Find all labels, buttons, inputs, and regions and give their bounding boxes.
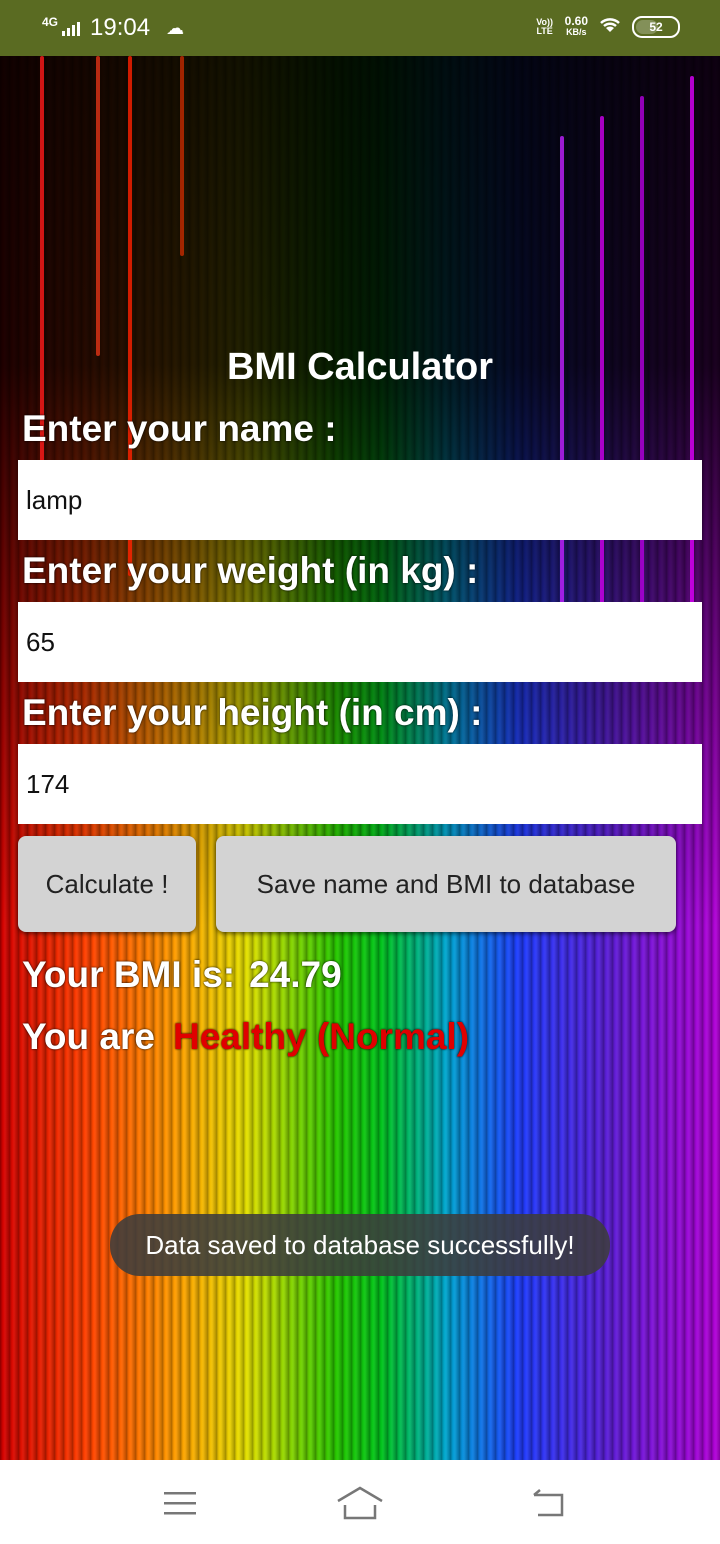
weight-input[interactable]: 65 <box>18 602 702 682</box>
battery-level: 52 <box>649 19 663 34</box>
toast-message: Data saved to database successfully! <box>110 1214 610 1276</box>
category-label: You are <box>22 1016 155 1057</box>
network-speed: 0.60 KB/s <box>564 14 588 37</box>
status-left: 4G 19:04 ☁ <box>42 14 184 42</box>
app-title: BMI Calculator <box>226 346 494 388</box>
name-input[interactable]: lamp <box>18 460 702 540</box>
notification-icon: ☁ <box>166 17 185 38</box>
status-right: Vo)) LTE 0.60 KB/s 52 <box>535 14 680 39</box>
bmi-label: Your BMI is: <box>22 954 236 995</box>
back-icon[interactable] <box>518 1478 578 1528</box>
category-value: Healthy (Normal) <box>172 1016 470 1057</box>
speed-unit: KB/s <box>566 27 587 37</box>
bmi-result: Your BMI is: 24.79 <box>22 954 342 996</box>
save-to-database-button[interactable]: Save name and BMI to database <box>216 836 676 932</box>
signal-icon <box>62 20 81 36</box>
wifi-icon <box>598 14 622 39</box>
home-icon[interactable] <box>330 1478 390 1528</box>
bg-streak <box>180 56 184 256</box>
height-label: Enter your height (in cm) : <box>22 692 483 733</box>
navigation-bar <box>0 1460 720 1544</box>
network-type: 4G <box>42 15 59 29</box>
speed-value: 0.60 <box>564 14 588 28</box>
clock: 19:04 <box>90 14 151 41</box>
status-bar: 4G 19:04 ☁ Vo)) LTE 0.60 KB/s 52 <box>0 0 720 56</box>
name-label: Enter your name : <box>22 408 337 449</box>
height-input[interactable]: 174 <box>18 744 702 824</box>
calculate-button[interactable]: Calculate ! <box>18 836 196 932</box>
battery-icon: 52 <box>632 15 680 38</box>
bmi-category: You are Healthy (Normal) <box>22 1016 469 1058</box>
bg-streak <box>96 56 100 356</box>
bmi-value: 24.79 <box>249 954 342 995</box>
weight-label: Enter your weight (in kg) : <box>22 550 479 591</box>
menu-icon[interactable] <box>150 1478 210 1528</box>
volte-indicator: Vo)) LTE <box>536 16 554 36</box>
